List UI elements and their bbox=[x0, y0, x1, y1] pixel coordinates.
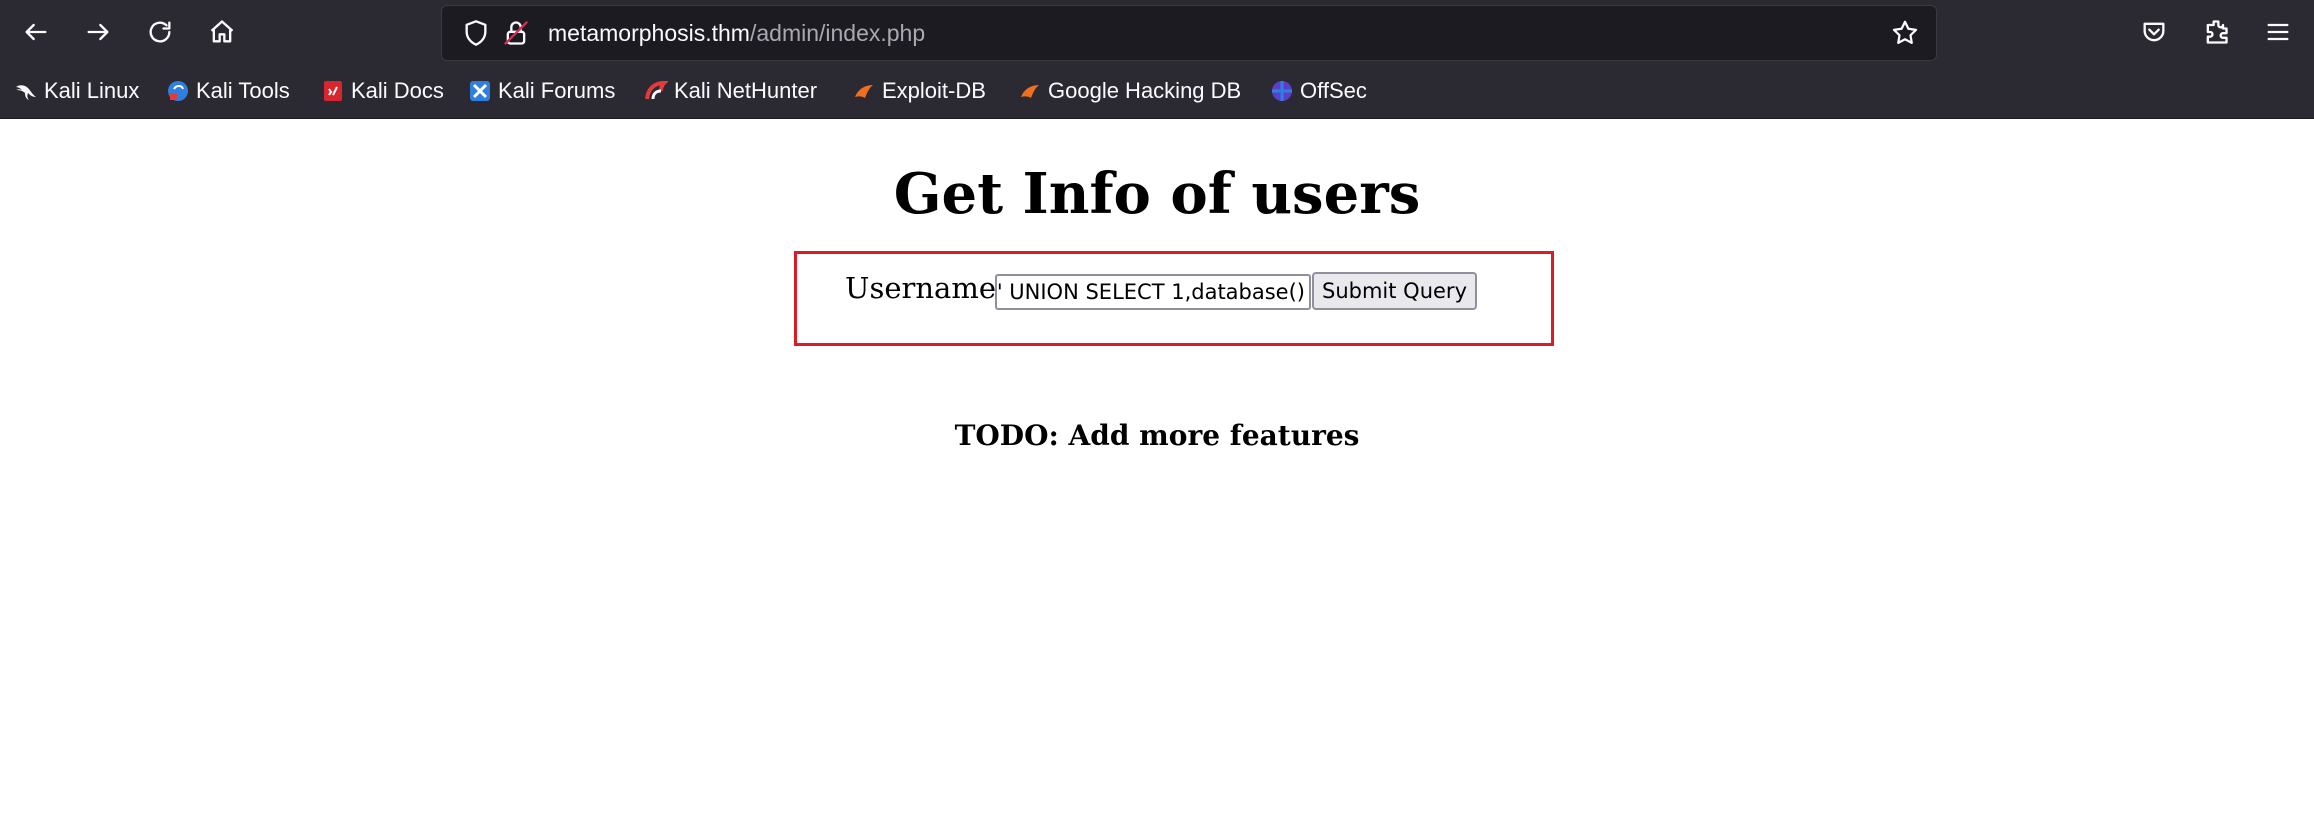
extensions-button[interactable] bbox=[2196, 12, 2236, 52]
kali-nethunter-icon bbox=[645, 80, 668, 100]
bookmark-kali-tools[interactable]: Kali Tools bbox=[166, 74, 290, 108]
url-text[interactable]: metamorphosis.thm/admin/index.php bbox=[548, 6, 925, 60]
tracking-protection-shield-icon[interactable] bbox=[462, 19, 490, 47]
bookmark-google-hacking-db[interactable]: Google Hacking DB bbox=[1018, 74, 1241, 108]
bookmark-label: Kali Tools bbox=[196, 78, 290, 103]
submit-query-button[interactable]: Submit Query bbox=[1312, 272, 1477, 310]
back-arrow-icon bbox=[25, 23, 47, 41]
pocket-button[interactable] bbox=[2134, 12, 2174, 52]
username-label: Username: bbox=[845, 271, 1006, 305]
bookmark-label: Kali Linux bbox=[44, 78, 140, 103]
forward-arrow-icon bbox=[87, 23, 109, 41]
page-content: Get Info of users Username: 1" UNION SEL… bbox=[0, 119, 2314, 840]
bookmark-label: Kali Forums bbox=[498, 78, 616, 103]
exploit-db-icon bbox=[855, 85, 873, 98]
page-title: Get Info of users bbox=[893, 161, 1421, 227]
bookmark-kali-forums[interactable]: Kali Forums bbox=[468, 74, 615, 108]
reload-button[interactable] bbox=[140, 12, 180, 52]
home-icon bbox=[210, 20, 234, 43]
username-input[interactable]: 1" UNION SELECT 1,database() bbox=[995, 274, 1311, 310]
insecure-lock-icon[interactable] bbox=[502, 19, 530, 47]
bookmarks-toolbar: Kali Linux Kali Tools Kali Docs Kali For… bbox=[0, 64, 2314, 119]
bookmark-offsec[interactable]: OffSec bbox=[1270, 74, 1367, 108]
url-host: metamorphosis.thm bbox=[548, 20, 750, 46]
url-path: /admin/index.php bbox=[749, 20, 926, 46]
pocket-icon bbox=[2143, 22, 2165, 42]
kali-docs-icon bbox=[324, 81, 342, 101]
home-button[interactable] bbox=[202, 12, 242, 52]
bookmark-exploit-db[interactable]: Exploit-DB bbox=[852, 74, 986, 108]
bookmark-label: Kali NetHunter bbox=[674, 78, 818, 103]
extensions-puzzle-icon bbox=[2206, 20, 2228, 44]
bookmark-star-icon[interactable] bbox=[1890, 18, 1920, 48]
bookmark-kali-docs[interactable]: Kali Docs bbox=[321, 74, 444, 108]
kali-forums-icon bbox=[470, 81, 490, 101]
address-bar[interactable]: metamorphosis.thm/admin/index.php bbox=[441, 5, 1937, 61]
bookmark-label: Google Hacking DB bbox=[1048, 78, 1242, 103]
kali-tools-icon bbox=[168, 81, 188, 101]
bookmark-label: Exploit-DB bbox=[882, 78, 986, 103]
browser-toolbar: metamorphosis.thm/admin/index.php bbox=[0, 0, 2314, 64]
kali-dragon-icon bbox=[16, 85, 36, 100]
bookmark-label: Kali Docs bbox=[351, 78, 444, 103]
forward-button[interactable] bbox=[78, 12, 118, 52]
reload-icon bbox=[149, 21, 171, 43]
app-menu-button[interactable] bbox=[2258, 12, 2298, 52]
google-hacking-db-icon bbox=[1021, 85, 1039, 98]
hamburger-menu-icon bbox=[2267, 23, 2289, 41]
bookmark-label: OffSec bbox=[1300, 78, 1367, 103]
bookmark-kali-linux[interactable]: Kali Linux bbox=[14, 74, 139, 108]
user-info-form: Username: 1" UNION SELECT 1,database() S… bbox=[794, 251, 1554, 346]
username-input-value: 1" UNION SELECT 1,database() bbox=[995, 280, 1305, 304]
bookmark-kali-nethunter[interactable]: Kali NetHunter bbox=[644, 74, 817, 108]
back-button[interactable] bbox=[16, 12, 56, 52]
todo-note: TODO: Add more features bbox=[954, 419, 1360, 452]
offsec-icon bbox=[1272, 81, 1292, 101]
